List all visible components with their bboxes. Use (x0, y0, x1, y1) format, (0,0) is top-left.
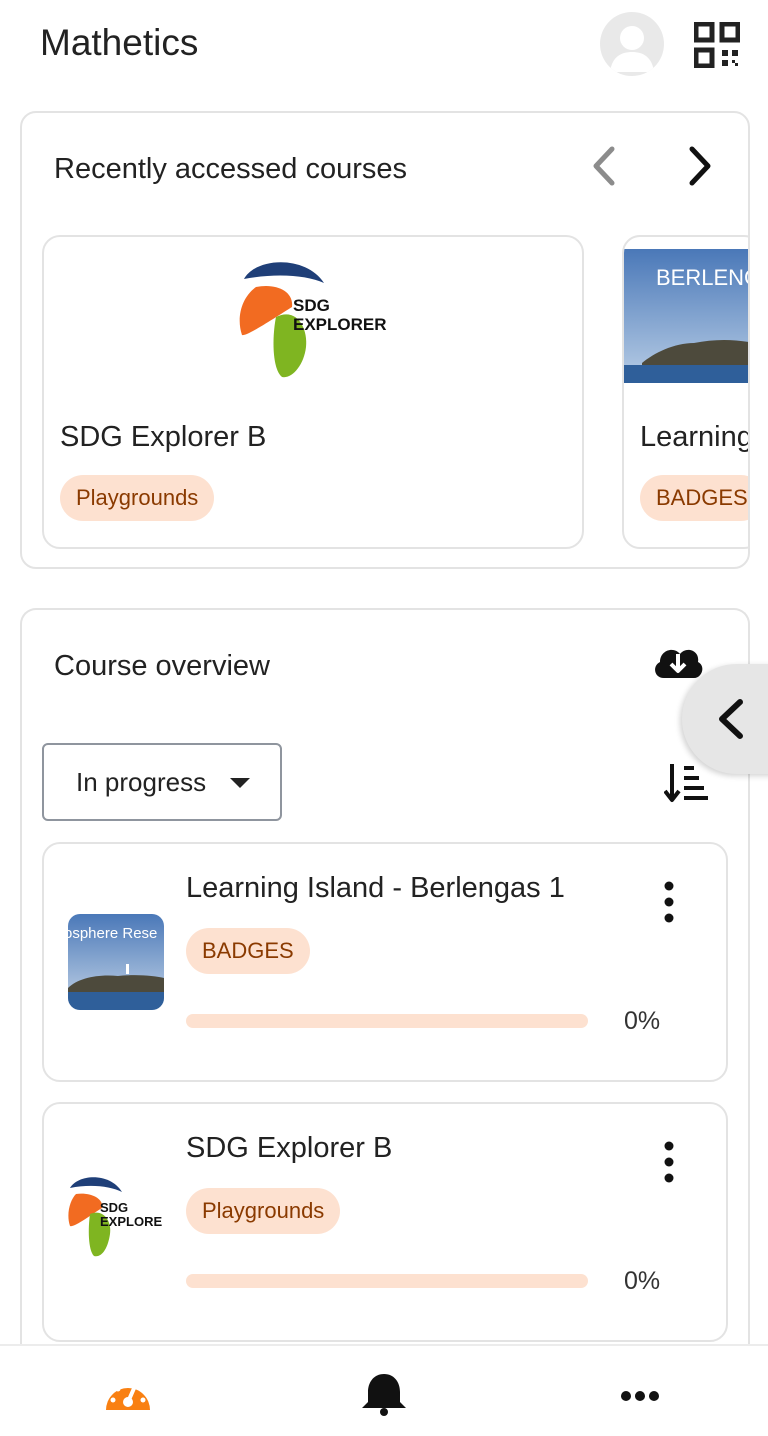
course-category-badge: Playgrounds (60, 475, 215, 521)
block-drawer-toggle[interactable] (682, 664, 768, 774)
sdg-logo-line2: EXPLORE (100, 1214, 162, 1229)
recent-course-tile[interactable]: BERLENG Learning BADGES (622, 235, 750, 549)
course-image: BERLENG (624, 249, 750, 383)
sdg-logo-line1: SDG (100, 1200, 128, 1215)
more-icon[interactable] (614, 1372, 666, 1416)
app-header: Mathetics (0, 0, 768, 90)
course-category-badge: BADGES (186, 928, 310, 974)
more-options-icon[interactable] (656, 1140, 682, 1186)
qr-code-icon[interactable] (693, 21, 741, 69)
course-filter-value: In progress (76, 767, 207, 797)
recent-course-tile[interactable]: SDG EXPLORER SDG Explorer B Playgrounds (42, 235, 584, 549)
caret-down-icon (230, 778, 250, 788)
progress-percentage: 0% (624, 1007, 661, 1035)
course-filter-select[interactable]: In progress (42, 743, 282, 821)
chevron-left-icon[interactable] (582, 141, 626, 191)
course-image-text: BERLENG (656, 265, 750, 290)
app-title: Mathetics (40, 22, 199, 63)
course-overview-card: Course overview In progress osphere Rese… (20, 608, 750, 1368)
course-category-badge: Playgrounds (186, 1188, 341, 1234)
sdg-logo-line2: EXPLORER (293, 315, 387, 334)
dashboard-icon[interactable] (102, 1372, 154, 1416)
course-category-badge: BADGES (640, 475, 748, 521)
recent-courses-title: Recently accessed courses (54, 153, 407, 185)
course-list-item[interactable]: osphere Rese Learning Island - Berlengas… (42, 842, 728, 1082)
sdg-explorer-logo: SDG EXPLORE (68, 1174, 164, 1270)
course-list-item[interactable]: SDG EXPLORE SDG Explorer B Playgrounds 0… (42, 1102, 728, 1342)
course-overview-title: Course overview (54, 650, 270, 682)
more-options-icon[interactable] (656, 880, 682, 926)
chevron-left-icon (719, 699, 743, 739)
progress-bar (186, 1274, 588, 1288)
course-name: Learning (640, 421, 750, 453)
progress-bar (186, 1014, 588, 1028)
user-avatar-icon[interactable] (600, 12, 664, 76)
course-image: osphere Rese (68, 914, 164, 1010)
chevron-right-icon[interactable] (678, 141, 722, 191)
sdg-explorer-logo: SDG EXPLORER (236, 257, 391, 382)
course-name: Learning Island - Berlengas 1 (186, 872, 565, 904)
course-name: SDG Explorer B (60, 421, 267, 453)
sdg-logo-line1: SDG (293, 296, 330, 315)
course-name: SDG Explorer B (186, 1132, 393, 1164)
bottom-navigation (0, 1344, 768, 1436)
progress-percentage: 0% (624, 1267, 661, 1295)
recent-courses-card: Recently accessed courses SDG EXPLORER S… (20, 111, 750, 569)
course-image-text: osphere Rese (68, 925, 157, 942)
notifications-bell-icon[interactable] (358, 1372, 410, 1416)
